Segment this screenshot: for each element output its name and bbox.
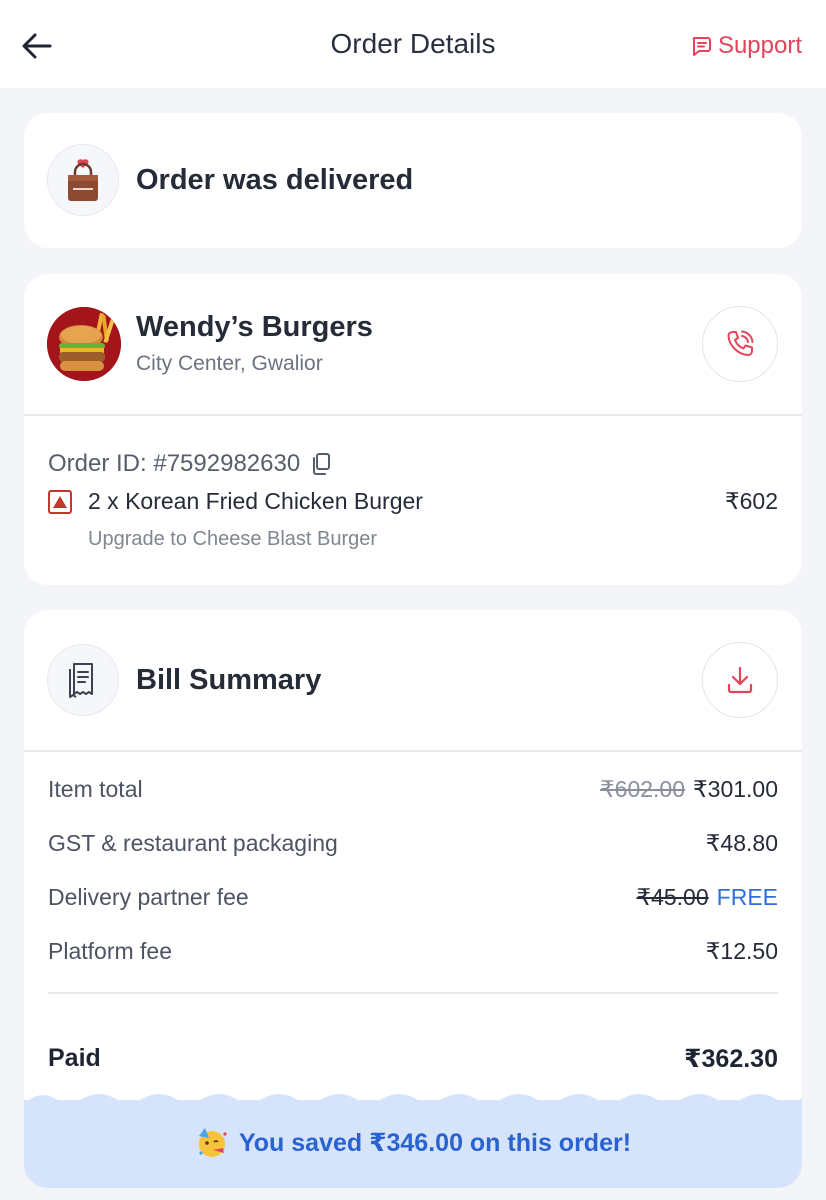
party-face-emoji: [198, 1128, 227, 1157]
savings-banner: You saved ₹346.00 on this order!: [24, 1094, 802, 1188]
bill-row-value: ₹12.50: [705, 938, 778, 964]
bill-row-gst: GST & restaurant packaging ₹48.80: [48, 830, 778, 857]
order-item-row: 2 x Korean Fried Chicken Burger ₹602: [48, 488, 778, 515]
paid-amount: ₹362.30: [684, 1045, 778, 1073]
status-icon-circle: [47, 144, 119, 216]
bill-row-value: ₹48.80: [705, 830, 778, 856]
order-id-row: Order ID: #7592982630: [48, 450, 332, 478]
download-icon: [727, 666, 753, 694]
top-app-bar: Order Details Support: [0, 0, 826, 88]
call-restaurant-button[interactable]: [702, 306, 778, 382]
support-button[interactable]: Support: [690, 32, 802, 60]
item-name: 2 x Korean Fried Chicken Burger: [88, 488, 423, 514]
order-id-text: Order ID: #7592982630: [48, 450, 301, 477]
divider: [48, 992, 778, 994]
wave-divider: [24, 1094, 802, 1104]
non-veg-mark-icon: [48, 489, 72, 514]
receipt-icon: [69, 663, 93, 698]
restaurant-avatar: [47, 307, 121, 381]
item-price: ₹602: [724, 488, 778, 514]
free-badge: FREE: [716, 884, 778, 910]
divider: [24, 414, 802, 416]
savings-text: You saved ₹346.00 on this order!: [238, 1129, 632, 1157]
original-price: ₹602.00: [600, 776, 686, 802]
support-label: Support: [717, 32, 802, 59]
copy-order-id-button[interactable]: [310, 452, 332, 476]
bill-row-label: Item total: [48, 776, 143, 802]
delivery-bag-icon: [68, 159, 98, 201]
restaurant-name: Wendy’s Burgers: [136, 311, 373, 343]
burger-image-icon: [47, 307, 121, 381]
order-status-card: Order was delivered: [24, 113, 802, 248]
item-customization: Upgrade to Cheese Blast Burger: [88, 528, 378, 550]
bill-row-value: ₹301.00: [693, 776, 778, 802]
chat-icon: [692, 37, 711, 56]
phone-call-icon: [727, 330, 754, 356]
bill-row-item-total: Item total ₹602.00 ₹301.00: [48, 776, 778, 803]
download-bill-button[interactable]: [702, 642, 778, 718]
order-status-text: Order was delivered: [136, 164, 414, 196]
bill-row-label: GST & restaurant packaging: [48, 830, 338, 856]
bill-summary-card: Bill Summary Item total ₹602.00 ₹301.00 …: [24, 610, 802, 1188]
paid-label: Paid: [48, 1044, 101, 1072]
bill-row-delivery-fee: Delivery partner fee ₹45.00 FREE: [48, 884, 778, 911]
bill-row-label: Platform fee: [48, 938, 172, 964]
savings-message: You saved ₹346.00 on this order!: [24, 1126, 802, 1160]
bill-row-platform-fee: Platform fee ₹12.50: [48, 938, 778, 965]
paid-row: Paid ₹362.30: [48, 1044, 778, 1074]
copy-icon: [313, 453, 331, 475]
divider: [24, 750, 802, 752]
restaurant-location: City Center, Gwalior: [136, 352, 323, 375]
bill-row-label: Delivery partner fee: [48, 884, 249, 910]
bill-icon-circle: [47, 644, 119, 716]
bill-summary-title: Bill Summary: [136, 664, 322, 696]
restaurant-card: Wendy’s Burgers City Center, Gwalior Ord…: [24, 274, 802, 585]
original-price: ₹45.00: [636, 884, 709, 910]
